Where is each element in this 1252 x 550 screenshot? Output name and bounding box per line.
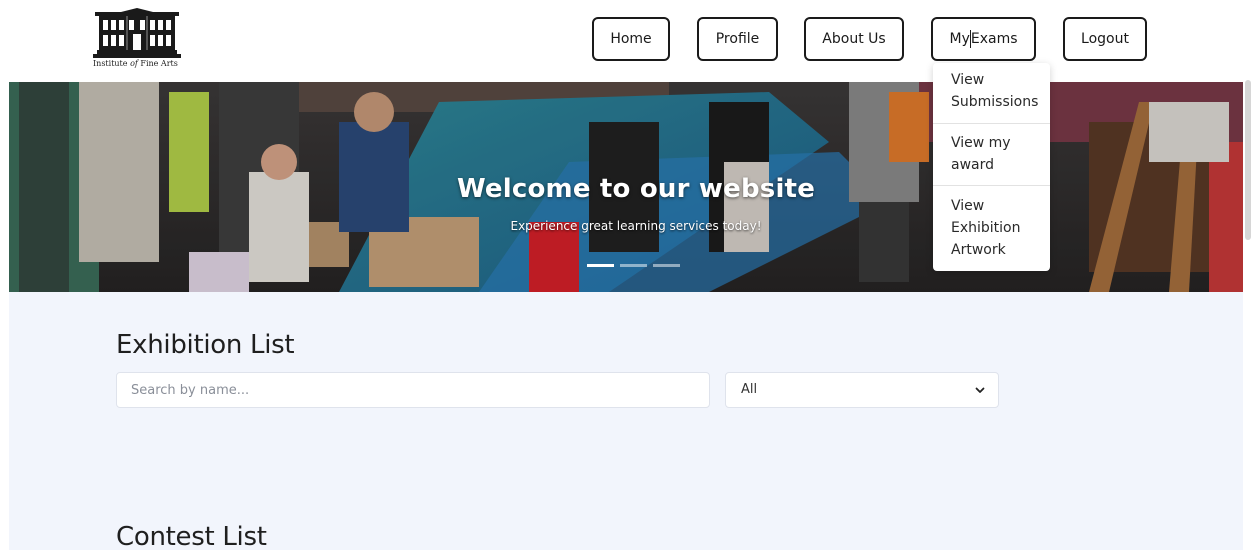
nav-logout-button[interactable]: Logout <box>1063 17 1147 61</box>
exhibition-search-input[interactable] <box>116 372 710 408</box>
nav-logout-label: Logout <box>1081 31 1129 47</box>
dropdown-divider <box>933 123 1050 124</box>
hero-carousel: Welcome to our website Experience great … <box>9 82 1243 292</box>
nav-about-label: About Us <box>822 31 886 47</box>
left-edge <box>0 82 9 550</box>
page: Institute of Fine Arts Home Profile Abou… <box>0 0 1252 550</box>
main-content: Exhibition List All Contest List <box>9 292 1243 550</box>
nav-home-label: Home <box>610 31 652 47</box>
building-icon <box>93 8 181 58</box>
carousel-indicator-3[interactable] <box>653 264 680 267</box>
dropdown-item-view-award[interactable]: View my award <box>933 132 1050 188</box>
exhibition-list-title: Exhibition List <box>116 330 295 360</box>
dropdown-item-label: Submissions <box>951 94 1039 110</box>
header: Institute of Fine Arts Home Profile Abou… <box>0 0 1252 82</box>
dropdown-item-label: View <box>951 72 985 88</box>
dropdown-item-view-exhibition-artwork[interactable]: View Exhibition Artwork <box>933 195 1050 267</box>
hero-title: Welcome to our website <box>456 174 816 204</box>
nav-home-button[interactable]: Home <box>592 17 670 61</box>
dropdown-item-label: award <box>951 157 995 173</box>
chevron-down-icon <box>975 387 985 393</box>
dropdown-item-label: Artwork <box>951 242 1006 258</box>
nav-profile-button[interactable]: Profile <box>697 17 778 61</box>
dropdown-divider <box>933 185 1050 186</box>
dropdown-item-label: Exhibition <box>951 220 1021 236</box>
contest-list-title: Contest List <box>116 522 267 550</box>
page-scrollbar[interactable] <box>1243 0 1252 550</box>
exhibition-filter-value: All <box>741 382 758 397</box>
carousel-indicator-1[interactable] <box>587 264 614 267</box>
carousel-indicators <box>587 264 687 270</box>
dropdown-item-label: View my <box>951 135 1011 151</box>
site-logo[interactable]: Institute of Fine Arts <box>93 8 183 72</box>
my-exams-dropdown: View Submissions View my award View Exhi… <box>933 63 1050 271</box>
dropdown-item-view-submissions[interactable]: View Submissions <box>933 69 1050 125</box>
logo-text: Institute of Fine Arts <box>93 59 178 68</box>
scrollbar-thumb[interactable] <box>1245 80 1251 240</box>
nav-about-button[interactable]: About Us <box>804 17 904 61</box>
nav-profile-label: Profile <box>715 31 760 47</box>
nav-my-exams-button[interactable]: MyExams <box>931 17 1036 61</box>
carousel-indicator-2[interactable] <box>620 264 647 267</box>
exhibition-filter-select[interactable]: All <box>725 372 999 408</box>
dropdown-item-label: View <box>951 198 985 214</box>
nav-my-exams-label: MyExams <box>949 30 1018 48</box>
hero-subtitle: Experience great learning services today… <box>510 219 762 233</box>
